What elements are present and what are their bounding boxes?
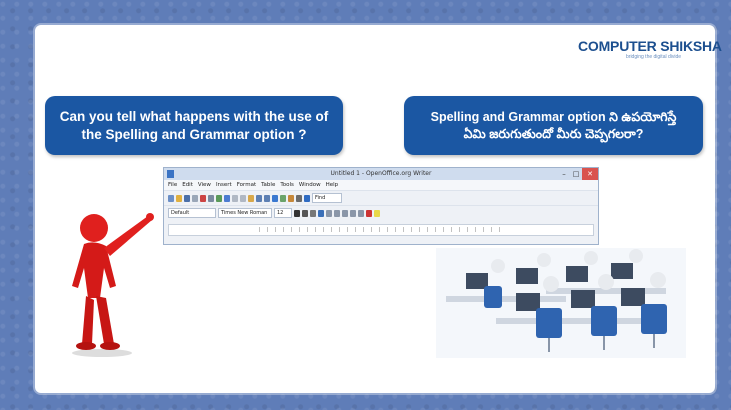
menu-format[interactable]: Format [237,182,256,188]
logo-tagline: bridging the digital divide [626,54,682,60]
red-man-pointing-illustration [72,213,154,357]
email-icon[interactable] [192,194,198,202]
open-icon[interactable] [176,194,182,202]
print-icon[interactable] [208,194,214,202]
horizontal-ruler [168,224,594,236]
align-right-icon[interactable] [334,209,340,217]
justify-icon[interactable] [342,209,348,217]
align-center-icon[interactable] [326,209,332,217]
ruler-marks [259,227,503,232]
question-telugu-bubble: Spelling and Grammar option ని ఉపయోగిస్త… [404,96,703,155]
underline-icon[interactable] [310,209,316,217]
question-english-text: Can you tell what happens with the use o… [59,108,329,142]
menu-edit[interactable]: Edit [182,182,193,188]
undo-icon[interactable] [256,194,262,202]
paste-icon[interactable] [248,194,254,202]
help-icon[interactable] [304,194,310,202]
cut-icon[interactable] [232,194,238,202]
bold-icon[interactable] [294,209,300,217]
menu-window[interactable]: Window [299,182,321,188]
font-size-select[interactable]: 12 [274,208,292,218]
logo-title: COMPUTER SHIKSHA [578,38,722,54]
copy-icon[interactable] [240,194,246,202]
close-icon[interactable]: ✕ [582,168,598,180]
writer-title-bar: Untitled 1 - OpenOffice.org Writer – □ ✕ [164,168,598,180]
italic-icon[interactable] [302,209,308,217]
question-english-bubble: Can you tell what happens with the use o… [45,96,343,155]
numbering-icon[interactable] [350,209,356,217]
menu-table[interactable]: Table [261,182,275,188]
bullets-icon[interactable] [358,209,364,217]
computer-shiksha-logo: COMPUTER SHIKSHA bridging the digital di… [578,38,722,64]
save-icon[interactable] [184,194,190,202]
standard-toolbar: Find [164,190,598,205]
font-color-icon[interactable] [366,209,372,217]
paragraph-style-select[interactable]: Default [168,208,216,218]
new-document-icon[interactable] [168,194,174,202]
menu-file[interactable]: File [168,182,177,188]
menu-help[interactable]: Help [326,182,339,188]
redo-icon[interactable] [264,194,270,202]
writer-menu-bar: File Edit View Insert Format Table Tools… [164,180,598,190]
menu-tools[interactable]: Tools [280,182,294,188]
window-controls: – □ ✕ [558,168,598,180]
question-telugu-text: Spelling and Grammar option ని ఉపయోగిస్త… [430,109,677,141]
minimize-icon[interactable]: – [558,168,570,180]
align-left-icon[interactable] [318,209,324,217]
menu-insert[interactable]: Insert [216,182,232,188]
spellcheck-icon[interactable] [216,194,222,202]
highlight-icon[interactable] [374,209,380,217]
show-draw-icon[interactable] [288,194,294,202]
pdf-export-icon[interactable] [200,194,206,202]
table-icon[interactable] [280,194,286,202]
writer-title: Untitled 1 - OpenOffice.org Writer [330,170,432,177]
navigator-icon[interactable] [296,194,302,202]
font-name-select[interactable]: Times New Roman [218,208,272,218]
menu-view[interactable]: View [198,182,211,188]
writer-window-screenshot: Untitled 1 - OpenOffice.org Writer – □ ✕… [163,167,599,245]
computer-lab-illustration [436,248,686,358]
hyperlink-icon[interactable] [272,194,278,202]
find-box[interactable]: Find [312,193,342,203]
autospellcheck-icon[interactable] [224,194,230,202]
formatting-toolbar: Default Times New Roman 12 [164,205,598,220]
maximize-icon[interactable]: □ [570,168,582,180]
